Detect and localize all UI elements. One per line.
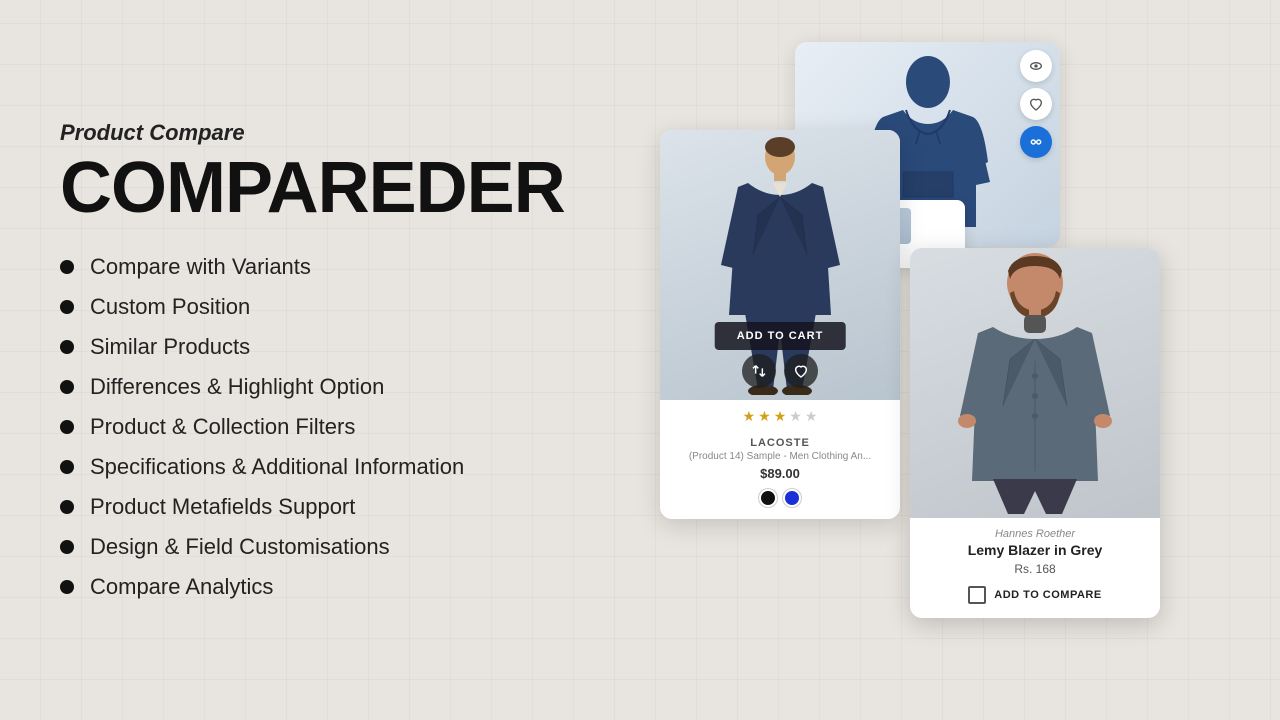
heart-icon xyxy=(1028,96,1044,112)
feature-label-compare-analytics: Compare Analytics xyxy=(90,574,273,600)
star-3: ★ xyxy=(774,408,787,425)
left-panel: Product Compare COMPAREDER Compare with … xyxy=(0,0,640,720)
color-swatches xyxy=(672,489,888,507)
feature-label-product-collection-filters: Product & Collection Filters xyxy=(90,414,355,440)
feature-bullet-5 xyxy=(60,460,74,474)
blazer-designer: Hannes Roether xyxy=(924,528,1146,540)
product-card-blazer: Hannes Roether Lemy Blazer in Grey Rs. 1… xyxy=(910,248,1160,618)
brand-label: LACOSTE xyxy=(672,437,888,449)
feature-bullet-6 xyxy=(60,500,74,514)
right-panel: ADD TO CART ★ ★ ★ ★ ★ xyxy=(640,0,1280,720)
feature-label-product-metafields: Product Metafields Support xyxy=(90,494,355,520)
product-name: (Product 14) Sample - Men Clothing An... xyxy=(672,451,888,462)
feature-bullet-7 xyxy=(60,540,74,554)
card-main-info: LACOSTE (Product 14) Sample - Men Clothi… xyxy=(660,429,900,519)
wishlist-icon-button[interactable] xyxy=(1020,88,1052,120)
add-to-cart-button[interactable]: ADD TO CART xyxy=(715,322,846,350)
feature-item-compare-analytics: Compare Analytics xyxy=(60,574,580,600)
compare-icon xyxy=(1028,134,1044,150)
feature-bullet-1 xyxy=(60,300,74,314)
feature-label-design-field: Design & Field Customisations xyxy=(90,534,390,560)
swap-icon-button[interactable] xyxy=(742,354,776,388)
features-list: Compare with Variants Custom Position Simi… xyxy=(60,254,580,600)
heart-icon-button[interactable] xyxy=(784,354,818,388)
feature-bullet-0 xyxy=(60,260,74,274)
compare-icon-button[interactable] xyxy=(1020,126,1052,158)
product-card-main: ADD TO CART ★ ★ ★ ★ ★ xyxy=(660,130,900,519)
swatch-black[interactable] xyxy=(759,489,777,507)
star-5: ★ xyxy=(805,408,818,425)
star-4: ★ xyxy=(789,408,802,425)
feature-item-product-collection-filters: Product & Collection Filters xyxy=(60,414,580,440)
lacoste-product-image: ADD TO CART xyxy=(660,130,900,400)
main-title: COMPAREDER xyxy=(60,152,580,224)
add-compare-label[interactable]: ADD TO COMPARE xyxy=(994,589,1101,601)
product-stars: ★ ★ ★ ★ ★ xyxy=(660,400,900,429)
heart-icon xyxy=(793,363,809,379)
feature-bullet-4 xyxy=(60,420,74,434)
blazer-product-image xyxy=(910,248,1160,518)
blazer-person-svg xyxy=(948,251,1123,516)
feature-item-custom-position: Custom Position xyxy=(60,294,580,320)
blazer-price: Rs. 168 xyxy=(924,562,1146,576)
feature-item-product-metafields: Product Metafields Support xyxy=(60,494,580,520)
card-overlay-icons xyxy=(742,354,818,388)
compare-checkbox[interactable] xyxy=(968,586,986,604)
feature-label-differences-highlight: Differences & Highlight Option xyxy=(90,374,384,400)
star-1: ★ xyxy=(743,408,756,425)
feature-bullet-8 xyxy=(60,580,74,594)
feature-item-design-field: Design & Field Customisations xyxy=(60,534,580,560)
swap-icon xyxy=(751,363,767,379)
star-2: ★ xyxy=(758,408,771,425)
feature-item-specifications-additional: Specifications & Additional Information xyxy=(60,454,580,480)
feature-item-similar-products: Similar Products xyxy=(60,334,580,360)
feature-label-compare-variants: Compare with Variants xyxy=(90,254,311,280)
feature-bullet-2 xyxy=(60,340,74,354)
subtitle: Product Compare xyxy=(60,120,580,146)
view-icon-button[interactable] xyxy=(1020,50,1052,82)
feature-label-custom-position: Custom Position xyxy=(90,294,250,320)
feature-label-similar-products: Similar Products xyxy=(90,334,250,360)
back-card-icons xyxy=(1020,50,1052,158)
swatch-blue[interactable] xyxy=(783,489,801,507)
blazer-card-info: Hannes Roether Lemy Blazer in Grey Rs. 1… xyxy=(910,518,1160,618)
eye-icon xyxy=(1028,58,1044,74)
feature-bullet-3 xyxy=(60,380,74,394)
product-price: $89.00 xyxy=(672,466,888,481)
feature-label-specifications-additional: Specifications & Additional Information xyxy=(90,454,464,480)
feature-item-differences-highlight: Differences & Highlight Option xyxy=(60,374,580,400)
blazer-product-name: Lemy Blazer in Grey xyxy=(924,542,1146,558)
feature-item-compare-variants: Compare with Variants xyxy=(60,254,580,280)
add-compare-row: ADD TO COMPARE xyxy=(924,586,1146,604)
